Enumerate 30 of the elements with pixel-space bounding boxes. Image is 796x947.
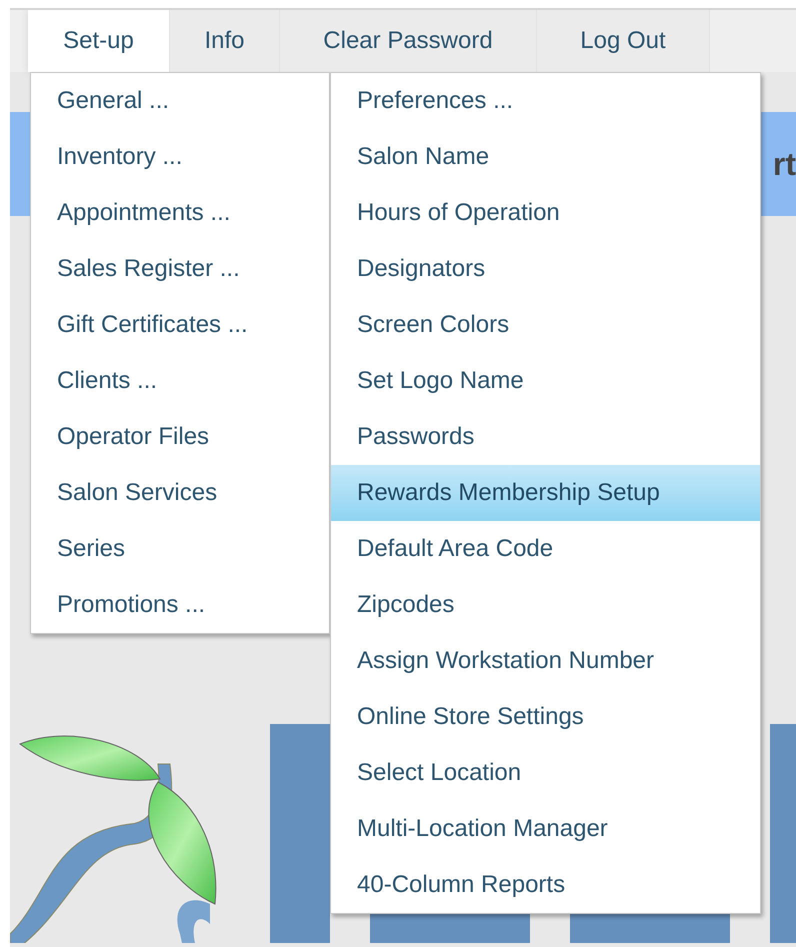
submenu-item[interactable]: Zipcodes (331, 577, 760, 633)
submenu-item[interactable]: Assign Workstation Number (331, 633, 760, 689)
menu-item[interactable]: Promotions ... (31, 577, 329, 633)
submenu-item[interactable]: Default Area Code (331, 521, 760, 577)
menu-tab[interactable]: Clear Password (280, 10, 537, 72)
menu-tab[interactable]: Set-up (28, 10, 170, 72)
menu-item[interactable]: Sales Register ... (31, 241, 329, 297)
submenu-item[interactable]: Multi-Location Manager (331, 801, 760, 857)
submenu-item[interactable]: Preferences ... (331, 73, 760, 129)
menu-item[interactable]: Inventory ... (31, 129, 329, 185)
submenu-item[interactable]: Passwords (331, 409, 760, 465)
submenu-item[interactable]: Online Store Settings (331, 689, 760, 745)
menu-item[interactable]: Clients ... (31, 353, 329, 409)
submenu-item[interactable]: Rewards Membership Setup (331, 465, 760, 521)
submenu-item[interactable]: 40-Column Reports (331, 857, 760, 913)
menu-tab[interactable]: Log Out (537, 10, 710, 72)
menu-item[interactable]: General ... (31, 73, 329, 129)
submenu-item[interactable]: Set Logo Name (331, 353, 760, 409)
menu-item[interactable]: Operator Files (31, 409, 329, 465)
menu-tab[interactable]: Info (170, 10, 280, 72)
menu-item[interactable]: Gift Certificates ... (31, 297, 329, 353)
banner-text: rt (772, 148, 796, 180)
menu-item[interactable]: Appointments ... (31, 185, 329, 241)
menu-item[interactable]: Series (31, 521, 329, 577)
submenu-item[interactable]: Hours of Operation (331, 185, 760, 241)
submenu-item[interactable]: Screen Colors (331, 297, 760, 353)
submenu-item[interactable]: Salon Name (331, 129, 760, 185)
menu-item[interactable]: Salon Services (31, 465, 329, 521)
submenu-item[interactable]: Designators (331, 241, 760, 297)
submenu-item[interactable]: Select Location (331, 745, 760, 801)
